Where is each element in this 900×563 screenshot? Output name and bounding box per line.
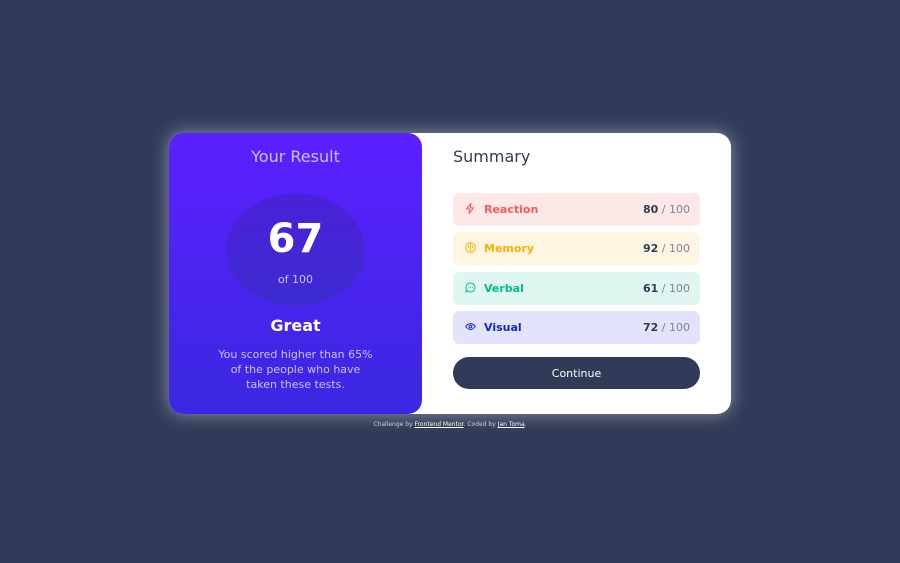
author-link[interactable]: Jan Toma xyxy=(498,421,525,428)
attribution-middle: . Coded by xyxy=(463,421,498,428)
score-max: / 100 xyxy=(658,242,690,255)
summary-score: 72 / 100 xyxy=(643,321,690,334)
eye-icon xyxy=(463,321,477,334)
result-verdict: Great xyxy=(270,316,321,335)
attribution: Challenge by Frontend Mentor. Coded by J… xyxy=(0,421,900,428)
score-number: 72 xyxy=(642,321,659,334)
result-description: You scored higher than 65% of the people… xyxy=(218,348,373,391)
score-max: / 100 xyxy=(658,203,690,216)
summary-label: Verbal xyxy=(484,282,524,295)
summary-score: 92 / 100 xyxy=(643,242,690,255)
summary-row-memory: Memory 92 / 100 xyxy=(453,232,700,265)
chat-icon xyxy=(463,281,477,296)
attribution-prefix: Challenge by xyxy=(373,421,415,428)
lightning-icon xyxy=(463,202,477,217)
score-max: of 100 xyxy=(277,273,314,286)
score-number: 61 xyxy=(642,282,659,295)
score-value: 67 xyxy=(267,216,324,262)
score-circle: 67 of 100 xyxy=(226,194,365,306)
result-panel: Your Result 67 of 100 Great You scored h… xyxy=(169,133,422,414)
summary-label: Reaction xyxy=(484,203,539,216)
score-number: 92 xyxy=(642,242,659,255)
brain-icon xyxy=(463,241,477,256)
summary-row-reaction: Reaction 80 / 100 xyxy=(453,193,700,226)
results-card: Your Result 67 of 100 Great You scored h… xyxy=(169,133,731,414)
score-max: / 100 xyxy=(658,321,690,334)
score-number: 80 xyxy=(642,203,659,216)
summary-score: 61 / 100 xyxy=(643,282,690,295)
score-max: / 100 xyxy=(658,282,690,295)
summary-label: Visual xyxy=(484,321,522,334)
summary-title: Summary xyxy=(453,147,531,166)
summary-row-verbal: Verbal 61 / 100 xyxy=(453,272,700,305)
summary-score: 80 / 100 xyxy=(643,203,690,216)
result-title: Your Result xyxy=(251,147,340,166)
summary-label: Memory xyxy=(484,242,535,255)
summary-panel: Summary Reaction 80 / 100 Memory 92 / 10… xyxy=(422,133,731,414)
attribution-suffix: . xyxy=(524,421,527,428)
frontend-mentor-link[interactable]: Frontend Mentor xyxy=(415,421,464,428)
summary-row-visual: Visual 72 / 100 xyxy=(453,311,700,344)
continue-button[interactable]: Continue xyxy=(453,357,700,389)
